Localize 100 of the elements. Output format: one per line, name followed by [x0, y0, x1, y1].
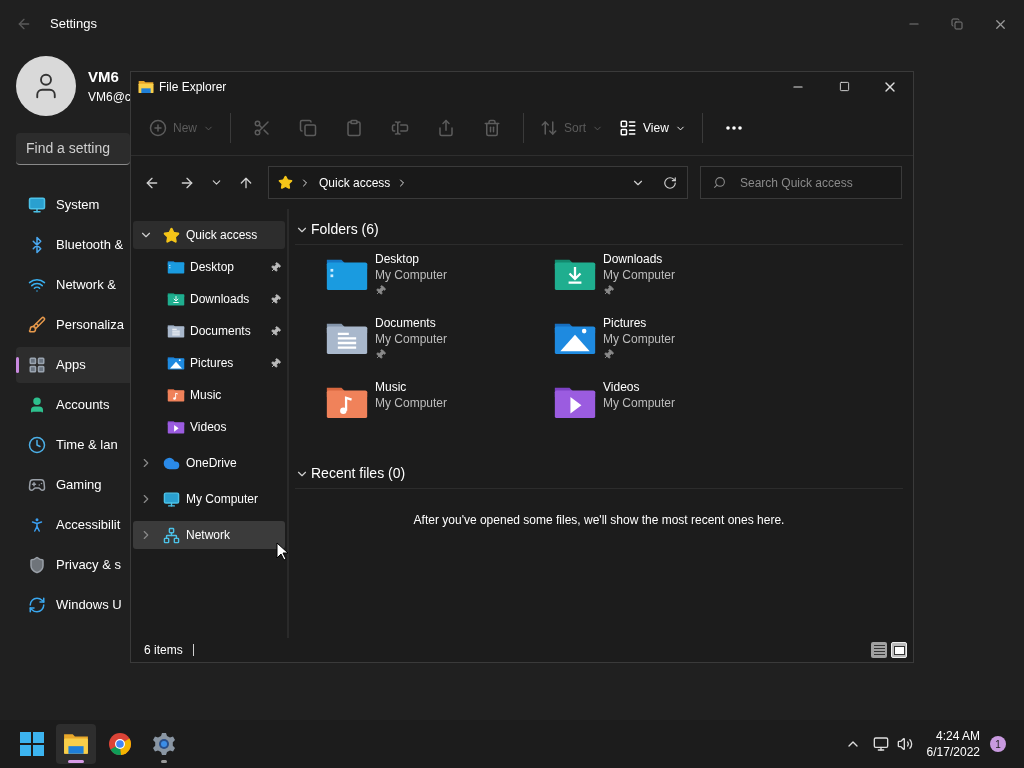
view-button[interactable]: View — [613, 113, 692, 143]
person-icon — [28, 396, 46, 414]
nav-item[interactable]: Windows U — [16, 587, 130, 623]
share-icon — [437, 119, 455, 137]
nav-item[interactable]: Personaliza — [16, 307, 130, 343]
folder-location: My Computer — [375, 395, 448, 411]
tree-item[interactable]: Desktop — [133, 253, 285, 281]
nav-item[interactable]: Apps — [16, 347, 130, 383]
folder-icon — [325, 321, 369, 354]
taskbar-app-button[interactable] — [56, 724, 96, 764]
tree-item[interactable]: Quick access — [133, 221, 285, 249]
folder-name: Videos — [603, 379, 641, 395]
sort-icon — [540, 119, 558, 137]
folder-name: Documents — [375, 315, 437, 331]
tree-item[interactable]: Videos — [133, 413, 285, 441]
folder-icon — [325, 257, 369, 290]
selection-bar — [16, 357, 19, 373]
nav-item[interactable]: Privacy & s — [16, 547, 130, 583]
folder-name: Music — [375, 379, 408, 395]
section-header[interactable]: Recent files (0) — [311, 463, 406, 484]
copy-icon — [299, 119, 317, 137]
restore-icon[interactable] — [951, 18, 963, 30]
wifi-icon — [28, 276, 46, 294]
folder-location: My Computer — [375, 267, 448, 283]
plus-icon — [149, 119, 167, 137]
window-title: File Explorer — [159, 78, 227, 96]
tree-item[interactable]: Network — [133, 521, 285, 549]
view-icon — [619, 119, 638, 137]
monitor-icon — [163, 490, 180, 508]
nav-item[interactable]: Time & lan — [16, 427, 130, 463]
breadcrumb[interactable]: Quick access — [319, 173, 391, 192]
apps-icon — [28, 356, 46, 374]
folder-icon — [553, 257, 597, 290]
tree-item[interactable]: Pictures — [133, 349, 285, 377]
folder-name: Desktop — [375, 251, 421, 267]
tree-item[interactable]: Downloads — [133, 285, 285, 313]
notification-badge[interactable]: 1 — [990, 736, 1006, 752]
user-email: VM6@c — [88, 89, 131, 107]
rename-icon — [391, 119, 409, 137]
folder-icon — [167, 292, 185, 306]
running-indicator — [68, 760, 84, 763]
tree-item[interactable]: Music — [133, 381, 285, 409]
update-icon — [28, 596, 46, 614]
details-view-button[interactable] — [871, 642, 887, 658]
nav-item[interactable]: Network & — [16, 267, 130, 303]
paste-icon — [345, 119, 363, 137]
maximize-icon[interactable] — [838, 81, 850, 92]
folder-icon — [167, 356, 185, 370]
folder-tile[interactable]: Desktop My Computer — [325, 251, 553, 315]
chrome-icon — [108, 732, 132, 756]
file-explorer-icon — [63, 731, 89, 757]
clock-icon — [28, 436, 46, 454]
gear-icon — [152, 732, 176, 756]
gamepad-icon — [28, 476, 46, 494]
folder-tile[interactable]: Music My Computer — [325, 379, 553, 443]
window-title: Settings — [50, 15, 97, 34]
trash-icon — [483, 119, 501, 137]
empty-message: After you've opened some files, we'll show the most recent ones here. — [412, 512, 786, 529]
tree-item[interactable]: Documents — [133, 317, 285, 345]
mouse-pointer-icon — [276, 542, 288, 561]
search-icon — [713, 176, 726, 189]
folder-tile[interactable]: Downloads My Computer — [553, 251, 781, 315]
tree-item[interactable]: OneDrive — [133, 449, 285, 477]
nav-item[interactable]: Gaming — [16, 467, 130, 503]
tiles-view-button[interactable] — [891, 642, 907, 658]
search-field[interactable]: Find a setting — [16, 133, 130, 165]
section-header[interactable]: Folders (6) — [311, 219, 379, 240]
tree-item[interactable]: My Computer — [133, 485, 285, 513]
folder-tile[interactable]: Pictures My Computer — [553, 315, 781, 379]
folder-icon — [167, 388, 185, 402]
network-icon — [163, 526, 180, 544]
folder-location: My Computer — [603, 331, 676, 347]
user-name: VM6 — [88, 66, 120, 87]
folder-location: My Computer — [375, 331, 448, 347]
clock[interactable]: 4:24 AM 6/17/2022 — [926, 728, 980, 760]
network-status-icon[interactable] — [872, 736, 889, 752]
nav-item[interactable]: Accessibilit — [16, 507, 130, 543]
more-icon — [725, 126, 742, 130]
address-bar[interactable]: Quick access — [268, 166, 688, 199]
folder-icon — [167, 420, 185, 434]
folder-icon — [553, 321, 597, 354]
nav-item[interactable]: System — [16, 187, 130, 223]
folder-location: My Computer — [603, 395, 676, 411]
cut-icon — [253, 119, 271, 137]
nav-item[interactable]: Accounts — [16, 387, 130, 423]
folder-tile[interactable]: Videos My Computer — [553, 379, 781, 443]
folder-tile[interactable]: Documents My Computer — [325, 315, 553, 379]
star-icon — [163, 226, 180, 244]
star-icon — [278, 175, 293, 190]
folder-icon — [167, 324, 185, 338]
running-indicator — [161, 760, 167, 763]
item-count: 6 items — [144, 642, 183, 659]
refresh-icon[interactable] — [663, 175, 677, 190]
search-field[interactable]: Search Quick access — [700, 166, 902, 199]
folder-icon — [325, 385, 369, 418]
nav-item[interactable]: Bluetooth & — [16, 227, 130, 263]
monitor-icon — [28, 196, 46, 214]
folder-icon — [553, 385, 597, 418]
volume-icon[interactable] — [896, 736, 913, 752]
file-explorer-icon — [138, 78, 154, 95]
